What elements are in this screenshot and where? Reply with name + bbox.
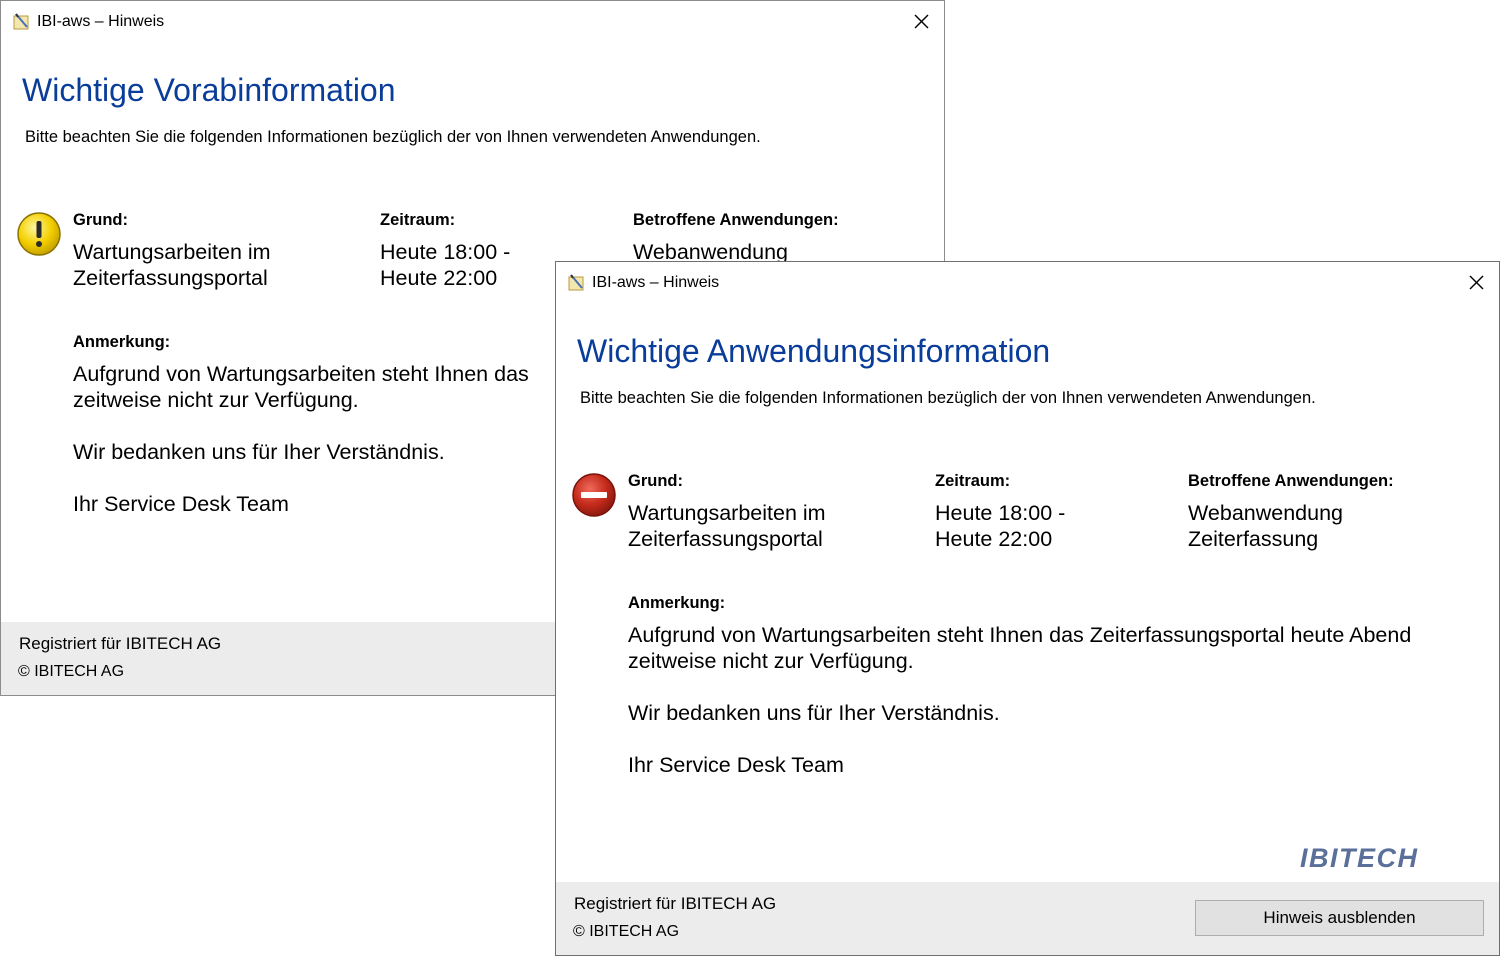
zeitraum-value: Heute 18:00 - Heute 22:00 — [935, 500, 1065, 552]
note-thanks: Wir bedanken uns für Iher Verständnis. — [628, 701, 1000, 725]
apps-value: Webanwendung Zeiterfassung — [1188, 500, 1343, 552]
zeitraum-value-line: Heute 22:00 — [380, 266, 498, 290]
note-thanks: Wir bedanken uns für Iher Verständnis. — [73, 440, 445, 464]
note-label: Anmerkung: — [628, 594, 726, 612]
grund-value: Wartungsarbeiten im Zeiterfassungsportal — [628, 500, 826, 552]
grund-value-line: Zeiterfassungsportal — [628, 527, 823, 551]
zeitraum-label: Zeitraum: — [935, 472, 1011, 490]
zeitraum-value-line: Heute 18:00 - — [935, 501, 1066, 525]
window-title: IBI-aws – Hinweis — [37, 13, 165, 30]
close-icon — [914, 14, 929, 29]
svg-text:IBITECH: IBITECH — [1300, 846, 1419, 870]
title-bar[interactable]: IBI-aws – Hinweis — [556, 262, 1499, 304]
grund-value-line: Zeiterfassungsportal — [73, 266, 268, 290]
stop-icon — [572, 473, 616, 517]
grund-value: Wartungsarbeiten im Zeiterfassungsportal — [73, 239, 271, 291]
dialog-subtitle: Bitte beachten Sie die folgenden Informa… — [580, 389, 1316, 407]
ibitech-logo: IBITECH — [1300, 846, 1419, 870]
note-signature: Ihr Service Desk Team — [73, 492, 289, 516]
warning-icon — [17, 212, 61, 256]
window-title: IBI-aws – Hinweis — [592, 274, 720, 291]
notice-dialog-front: IBI-aws – Hinweis Wichtige Anwendungsinf… — [555, 261, 1500, 956]
apps-value-line: Webanwendung — [1188, 501, 1344, 525]
zeitraum-value: Heute 18:00 - Heute 22:00 — [380, 239, 510, 291]
grund-value-line: Wartungsarbeiten im — [73, 240, 271, 264]
close-button[interactable] — [1453, 262, 1499, 304]
grund-label: Grund: — [73, 211, 128, 229]
close-button[interactable] — [898, 1, 944, 43]
apps-label: Betroffene Anwendungen: — [633, 211, 839, 229]
note-line: Aufgrund von Wartungsarbeiten steht Ihne… — [628, 623, 1412, 647]
note-signature: Ihr Service Desk Team — [628, 753, 844, 777]
zeitraum-value-line: Heute 22:00 — [935, 527, 1053, 551]
note-label: Anmerkung: — [73, 333, 171, 351]
apps-value-line: Zeiterfassung — [1188, 527, 1319, 551]
grund-label: Grund: — [628, 472, 683, 490]
grund-value-line: Wartungsarbeiten im — [628, 501, 826, 525]
note-line: zeitweise nicht zur Verfügung. — [73, 388, 359, 412]
close-icon — [1469, 275, 1484, 290]
note-text: Aufgrund von Wartungsarbeiten steht Ihne… — [73, 361, 529, 543]
footer-copyright: © IBITECH AG — [18, 663, 125, 680]
app-icon — [13, 13, 29, 30]
zeitraum-value-line: Heute 18:00 - — [380, 240, 511, 264]
footer-registered: Registriert für IBITECH AG — [574, 894, 777, 913]
note-line: zeitweise nicht zur Verfügung. — [628, 649, 914, 673]
dialog-heading: Wichtige Anwendungsinformation — [577, 333, 1051, 369]
dialog-subtitle: Bitte beachten Sie die folgenden Informa… — [25, 128, 761, 146]
zeitraum-label: Zeitraum: — [380, 211, 456, 229]
dialog-heading: Wichtige Vorabinformation — [22, 72, 396, 108]
footer-registered: Registriert für IBITECH AG — [19, 634, 222, 653]
hide-notice-button[interactable]: Hinweis ausblenden — [1195, 900, 1484, 936]
footer-copyright: © IBITECH AG — [573, 923, 680, 940]
dialog-footer: Registriert für IBITECH AG © IBITECH AG … — [556, 882, 1499, 955]
apps-label: Betroffene Anwendungen: — [1188, 472, 1394, 490]
note-text: Aufgrund von Wartungsarbeiten steht Ihne… — [628, 622, 1411, 804]
app-icon — [568, 274, 584, 291]
note-line: Aufgrund von Wartungsarbeiten steht Ihne… — [73, 362, 529, 386]
title-bar[interactable]: IBI-aws – Hinweis — [1, 1, 944, 43]
